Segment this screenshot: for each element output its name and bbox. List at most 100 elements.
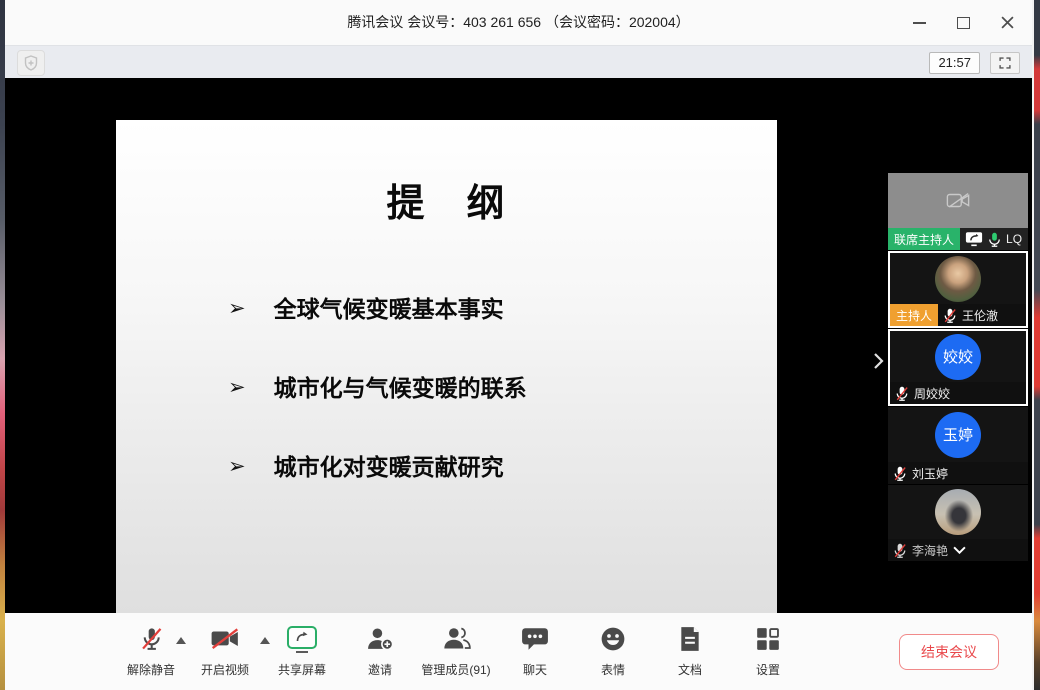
participant-tile-lq[interactable]: 联席主持人 LQ: [888, 173, 1028, 250]
slide-bullet-3: ➢ 城市化对变暖贡献研究: [228, 451, 777, 483]
mic-muted-icon: [137, 625, 164, 653]
chevron-right-icon: [873, 352, 884, 370]
bottom-toolbar: 解除静音 开启视频: [5, 613, 1032, 690]
participant-label: 李海艳: [888, 539, 1028, 561]
avatar-initials: 姣姣: [935, 334, 981, 380]
minimize-button[interactable]: [904, 9, 934, 37]
share-screen-button[interactable]: 共享屏幕: [278, 624, 326, 678]
meeting-window: 腾讯会议 会议号：403 261 656 （会议密码：202004） 21:57: [5, 0, 1034, 690]
fullscreen-icon: [998, 56, 1012, 70]
toolbar-label: 共享屏幕: [278, 661, 326, 678]
mic-muted-icon: [893, 543, 907, 558]
video-area: [888, 485, 1028, 539]
statusbar: 21:57: [5, 45, 1032, 79]
toolbar-label: 表情: [601, 661, 625, 678]
invite-person-icon: [366, 626, 394, 652]
video-options-caret[interactable]: [260, 637, 270, 644]
invite-button[interactable]: 邀请: [366, 624, 394, 678]
toolbar-label: 管理成员(91): [421, 661, 490, 678]
participant-tile-liuyuting[interactable]: 玉婷 刘玉婷: [888, 407, 1028, 484]
toolbar-label: 聊天: [523, 661, 547, 678]
manage-members-button[interactable]: 管理成员(91): [421, 624, 490, 678]
participant-name: 王伦澈: [962, 304, 998, 326]
participant-status-icons: [938, 304, 962, 326]
chevron-down-icon[interactable]: [953, 546, 966, 554]
toolbar-label: 设置: [756, 661, 780, 678]
emoji-button[interactable]: 表情: [600, 624, 626, 678]
participant-name: 李海艳: [912, 539, 948, 561]
participants-panel: 联席主持人 LQ: [888, 173, 1028, 562]
maximize-button[interactable]: [948, 9, 978, 37]
video-area: 玉婷: [888, 407, 1028, 462]
titlebar: 腾讯会议 会议号：403 261 656 （会议密码：202004）: [5, 0, 1032, 45]
chat-button[interactable]: 聊天: [521, 624, 549, 678]
camera-off-icon: [946, 191, 970, 210]
participant-label: 刘玉婷: [888, 462, 1028, 484]
participant-tile-wanglunche[interactable]: 主持人 王伦澈: [888, 251, 1028, 328]
bullet-arrow-icon: ➢: [228, 372, 246, 404]
share-screen-icon: [287, 626, 317, 653]
settings-button[interactable]: 设置: [755, 624, 781, 678]
close-icon: [1001, 16, 1014, 29]
toolbar-label: 开启视频: [201, 661, 249, 678]
bullet-text: 全球气候变暖基本事实: [274, 293, 504, 325]
maximize-icon: [957, 17, 970, 29]
security-shield-button[interactable]: [17, 50, 45, 76]
unmute-button[interactable]: 解除静音: [127, 624, 175, 678]
minimize-icon: [913, 22, 926, 24]
video-area: [888, 173, 1028, 228]
screen-sharing-icon: [965, 231, 983, 247]
participant-status-icons: [888, 539, 912, 561]
slide-bullet-1: ➢ 全球气候变暖基本事实: [228, 293, 777, 325]
video-area: 姣姣: [890, 331, 1026, 382]
participant-label: 联席主持人 LQ: [888, 228, 1028, 250]
participant-name: 刘玉婷: [912, 462, 948, 484]
start-video-button[interactable]: 开启视频: [201, 624, 249, 678]
participant-name: 周姣姣: [914, 382, 950, 404]
bullet-text: 城市化对变暖贡献研究: [274, 451, 504, 483]
main-stage: 提 纲 ➢ 全球气候变暖基本事实 ➢ 城市化与气候变暖的联系 ➢ 城市化对变暖贡…: [5, 78, 1032, 613]
desktop-wallpaper-right-strip: [1034, 0, 1040, 690]
meeting-timer: 21:57: [929, 52, 980, 74]
mic-options-caret[interactable]: [176, 637, 186, 644]
camera-muted-icon: [210, 627, 240, 651]
fullscreen-button[interactable]: [990, 52, 1020, 74]
mic-muted-icon: [895, 386, 909, 401]
slide-title: 提 纲: [116, 172, 777, 227]
avatar-photo: [935, 256, 981, 302]
slide-bullet-2: ➢ 城市化与气候变暖的联系: [228, 372, 777, 404]
collapse-panel-button[interactable]: [867, 348, 889, 374]
toolbar-label: 文档: [678, 661, 702, 678]
participant-tile-zhoujiaojiao[interactable]: 姣姣 周姣姣: [888, 329, 1028, 406]
host-badge: 主持人: [890, 304, 938, 326]
members-icon: [441, 626, 471, 652]
toolbar-label: 解除静音: [127, 661, 175, 678]
slide-bullets: ➢ 全球气候变暖基本事实 ➢ 城市化与气候变暖的联系 ➢ 城市化对变暖贡献研究: [116, 293, 777, 483]
close-button[interactable]: [992, 9, 1022, 37]
docs-button[interactable]: 文档: [678, 624, 702, 678]
toolbar-label: 邀请: [368, 661, 392, 678]
mic-muted-icon: [893, 466, 907, 481]
chat-bubble-icon: [521, 626, 549, 652]
mic-muted-icon: [943, 308, 957, 323]
mic-active-icon: [988, 232, 1001, 247]
participant-label: 周姣姣: [890, 382, 1026, 404]
document-icon: [679, 626, 701, 652]
shared-slide: 提 纲 ➢ 全球气候变暖基本事实 ➢ 城市化与气候变暖的联系 ➢ 城市化对变暖贡…: [116, 120, 777, 613]
participant-label: 主持人 王伦澈: [890, 304, 1026, 326]
window-controls: [904, 0, 1022, 45]
shield-icon: [24, 55, 38, 71]
settings-grid-icon: [755, 626, 781, 652]
bullet-text: 城市化与气候变暖的联系: [274, 372, 527, 404]
end-meeting-button[interactable]: 结束会议: [899, 634, 999, 670]
smiley-icon: [600, 626, 626, 652]
participant-status-icons: [960, 228, 1006, 250]
participant-status-icons: [888, 462, 912, 484]
expand-wrap: [948, 539, 971, 561]
statusbar-right: 21:57: [929, 52, 1020, 74]
cohost-badge: 联席主持人: [888, 228, 960, 250]
participant-name: LQ: [1006, 228, 1022, 250]
video-area: [890, 253, 1026, 304]
bullet-arrow-icon: ➢: [228, 293, 246, 325]
participant-tile-lihaiyan[interactable]: 李海艳: [888, 485, 1028, 561]
